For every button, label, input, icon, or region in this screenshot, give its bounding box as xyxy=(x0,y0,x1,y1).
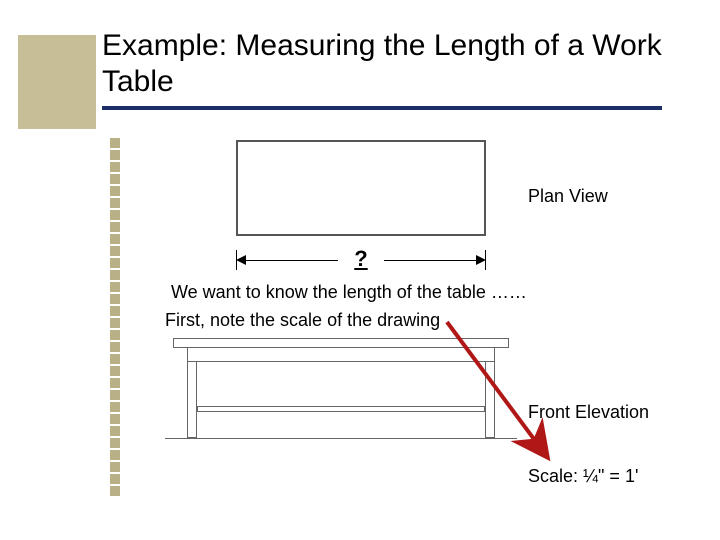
accent-block xyxy=(18,35,96,129)
bullet-square-icon xyxy=(110,402,120,412)
bullet-square-icon xyxy=(110,282,120,292)
bullet-column xyxy=(110,138,120,496)
bullet-square-icon xyxy=(110,198,120,208)
bullet-square-icon xyxy=(110,366,120,376)
scale-label: Scale: ¼" = 1' xyxy=(528,466,638,487)
bullet-square-icon xyxy=(110,150,120,160)
table-stretcher xyxy=(197,406,485,412)
table-top xyxy=(173,338,509,348)
bullet-square-icon xyxy=(110,234,120,244)
bullet-square-icon xyxy=(110,258,120,268)
bullet-square-icon xyxy=(110,486,120,496)
bullet-square-icon xyxy=(110,450,120,460)
page-title: Example: Measuring the Length of a Work … xyxy=(102,28,662,110)
bullet-square-icon xyxy=(110,162,120,172)
bullet-square-icon xyxy=(110,294,120,304)
title-text: Example: Measuring the Length of a Work … xyxy=(102,29,662,98)
bullet-square-icon xyxy=(110,438,120,448)
bullet-square-icon xyxy=(110,414,120,424)
plan-view-label: Plan View xyxy=(528,186,608,207)
bullet-square-icon xyxy=(110,462,120,472)
bullet-square-icon xyxy=(110,186,120,196)
bullet-square-icon xyxy=(110,174,120,184)
bullet-square-icon xyxy=(110,426,120,436)
bullet-square-icon xyxy=(110,354,120,364)
plan-view-rectangle xyxy=(236,140,486,236)
body-line-1: We want to know the length of the table … xyxy=(171,282,527,303)
dimension-line: ? xyxy=(236,240,486,270)
front-elevation-label: Front Elevation xyxy=(528,402,649,423)
bullet-square-icon xyxy=(110,474,120,484)
bullet-square-icon xyxy=(110,138,120,148)
floor-line xyxy=(165,438,517,439)
bullet-square-icon xyxy=(110,342,120,352)
bullet-square-icon xyxy=(110,306,120,316)
bullet-square-icon xyxy=(110,210,120,220)
bullet-square-icon xyxy=(110,222,120,232)
title-underline xyxy=(102,106,662,110)
bullet-square-icon xyxy=(110,246,120,256)
bullet-square-icon xyxy=(110,378,120,388)
front-elevation-drawing xyxy=(173,338,509,438)
bullet-square-icon xyxy=(110,390,120,400)
body-line-2: First, note the scale of the drawing xyxy=(165,310,440,331)
bullet-square-icon xyxy=(110,330,120,340)
dimension-unknown: ? xyxy=(236,246,486,272)
bullet-square-icon xyxy=(110,318,120,328)
table-apron xyxy=(187,348,495,362)
bullet-square-icon xyxy=(110,270,120,280)
